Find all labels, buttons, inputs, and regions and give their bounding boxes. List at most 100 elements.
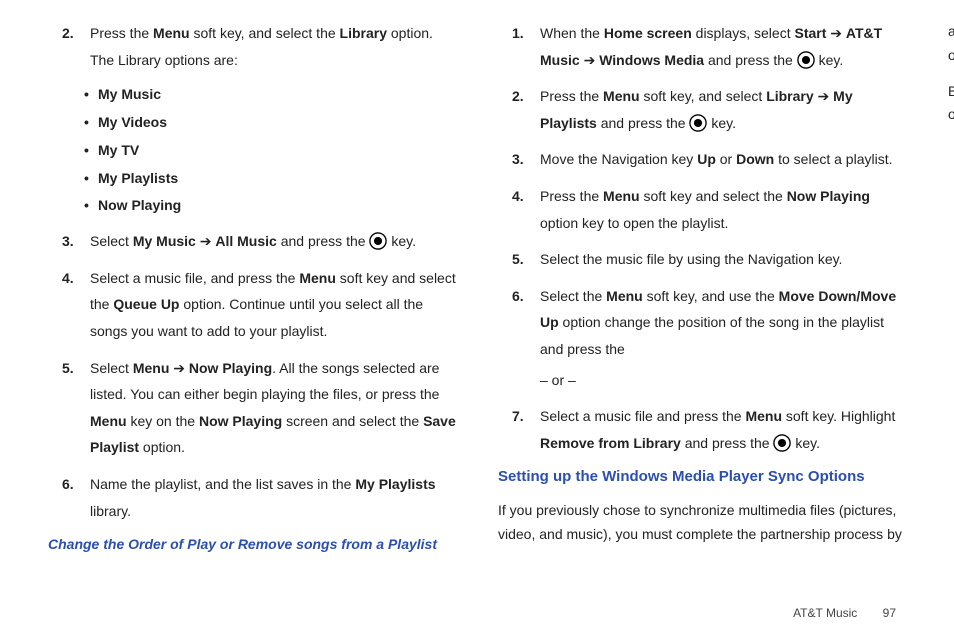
bold: Up (697, 151, 716, 167)
step-1-sync: 1. From within the Synchronized items fi… (948, 139, 954, 166)
bullet-mark: • (84, 83, 98, 107)
text: When the (540, 25, 604, 41)
step-2-right: 2. Press the Menu soft key, and select L… (498, 83, 906, 136)
bold: All Music (215, 233, 276, 249)
text: and press the (277, 233, 370, 249)
text: Select the (540, 288, 606, 304)
or-divider: – or – (540, 367, 906, 394)
bold: Menu (745, 408, 782, 424)
text: soft key. Highlight (782, 408, 895, 424)
text: Select a music file and press the (540, 408, 745, 424)
center-key-icon (797, 51, 815, 69)
arrow-icon: ➔ (580, 52, 600, 68)
text: Press the (90, 25, 153, 41)
step-number: 5. (498, 246, 540, 273)
bold: Now Playing (199, 413, 282, 429)
text: and press the (597, 115, 690, 131)
text: key. (387, 233, 416, 249)
bold: Menu (153, 25, 190, 41)
text: Move the Navigation key (540, 151, 697, 167)
step-number: 3. (48, 228, 90, 255)
arrow-icon: ➔ (169, 360, 189, 376)
step-body: Name the playlist, and the list saves in… (90, 471, 456, 524)
bullet-label: My Music (98, 83, 161, 107)
bold: Windows Media (599, 52, 704, 68)
text: and press the (704, 52, 797, 68)
step-4-right: 4. Press the Menu soft key and select th… (498, 183, 906, 236)
step-3: 3. Select My Music ➔ All Music and press… (48, 228, 456, 255)
step-number: 7. (498, 403, 540, 456)
bold: Menu (606, 288, 643, 304)
bold: Remove from Library (540, 435, 681, 451)
bold: Library (340, 25, 387, 41)
text: soft key, and select the (190, 25, 340, 41)
step-number: 2. (498, 83, 540, 136)
step-number: 1. (498, 20, 540, 73)
text: screen and select the (282, 413, 423, 429)
bullet-label: My Videos (98, 111, 167, 135)
bullet-my-playlists: •My Playlists (48, 167, 456, 191)
bold: Now Playing (189, 360, 272, 376)
bullet-mark: • (84, 194, 98, 218)
bold: Down (736, 151, 774, 167)
bold: Menu (90, 413, 127, 429)
bullet-mark: • (84, 111, 98, 135)
text: Select (90, 360, 133, 376)
footer-page-number: 97 (883, 606, 896, 620)
center-key-icon (369, 232, 387, 250)
step-body: Select a music file and press the Menu s… (540, 403, 906, 456)
step-body: Select Menu ➔ Now Playing. All the songs… (90, 355, 456, 461)
footer-section: AT&T Music (793, 606, 857, 620)
bold: Menu (603, 88, 640, 104)
paragraph: Before continuing with this process, dow… (948, 80, 954, 128)
step-number: 6. (48, 471, 90, 524)
bullet-mark: • (84, 167, 98, 191)
step-body: Press the Menu soft key and select the N… (540, 183, 906, 236)
step-number: 2. (48, 20, 90, 73)
text: and press the (681, 435, 774, 451)
text: key. (791, 435, 820, 451)
step-number: 1. (948, 139, 954, 166)
text: key. (707, 115, 736, 131)
text: Select a music file, and press the (90, 270, 299, 286)
text: to select a playlist. (774, 151, 892, 167)
subheading-change-order: Change the Order of Play or Remove songs… (48, 534, 456, 555)
bold: Menu (133, 360, 170, 376)
step-body: Select the Menu soft key, and use the Mo… (540, 283, 906, 393)
bullet-label: Now Playing (98, 194, 181, 218)
bullet-mark: • (84, 139, 98, 163)
step-number: 5. (48, 355, 90, 461)
text: displays, select (692, 25, 795, 41)
bold: Library (766, 88, 813, 104)
bold: Queue Up (113, 296, 179, 312)
bold: Home screen (604, 25, 692, 41)
bullet-now-playing: •Now Playing (48, 194, 456, 218)
bullet-label: My Playlists (98, 167, 178, 191)
bullet-label: My TV (98, 139, 139, 163)
bullet-my-tv: •My TV (48, 139, 456, 163)
text: key. (815, 52, 844, 68)
text: library. (90, 503, 131, 519)
step-6-right: 6. Select the Menu soft key, and use the… (498, 283, 906, 393)
text: option. (139, 439, 185, 455)
text: Select the music file by using the Navig… (540, 251, 842, 267)
text: Press the (540, 188, 603, 204)
step-3-right: 3. Move the Navigation key Up or Down to… (498, 146, 906, 173)
arrow-icon: ➔ (196, 233, 216, 249)
text: option key to open the playlist. (540, 215, 728, 231)
text: Select (90, 233, 133, 249)
arrow-icon: ➔ (826, 25, 846, 41)
text: key on the (127, 413, 199, 429)
text: option change the position of the song i… (540, 314, 884, 357)
step-number: 4. (498, 183, 540, 236)
step-number: 3. (498, 146, 540, 173)
step-6: 6. Name the playlist, and the list saves… (48, 471, 456, 524)
step-body: Move the Navigation key Up or Down to se… (540, 146, 906, 173)
step-5-right: 5. Select the music file by using the Na… (498, 246, 906, 273)
section-heading-sync: Setting up the Windows Media Player Sync… (498, 466, 906, 489)
text: soft key, and use the (643, 288, 779, 304)
center-key-icon (689, 114, 707, 132)
step-body: Press the Menu soft key, and select Libr… (540, 83, 906, 136)
bullet-my-music: •My Music (48, 83, 456, 107)
step-7-right: 7. Select a music file and press the Men… (498, 403, 906, 456)
